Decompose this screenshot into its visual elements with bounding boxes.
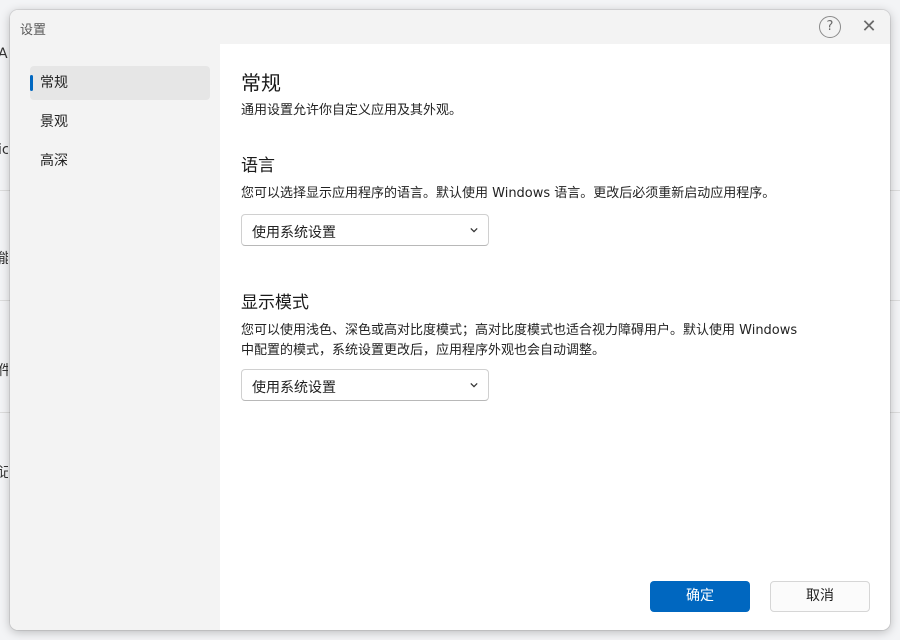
dialog-title: 设置: [20, 23, 47, 38]
cancel-button[interactable]: 取消: [770, 581, 870, 612]
sidebar-item-advanced[interactable]: 高深: [30, 144, 210, 178]
sidebar-item-general[interactable]: 常规: [30, 66, 210, 100]
chevron-down-icon: [470, 382, 478, 388]
sidebar-item-landscape[interactable]: 景观: [30, 105, 210, 139]
language-select[interactable]: 使用系统设置: [241, 214, 489, 246]
close-icon[interactable]: ✕: [858, 16, 880, 38]
background-text-fragment: 记: [0, 465, 8, 481]
background-text-fragment: 能: [0, 251, 8, 267]
sidebar-item-label: 常规: [40, 75, 68, 91]
display-mode-select-value: 使用系统设置: [252, 380, 336, 396]
dialog-titlebar[interactable]: 设置 ? ✕: [10, 10, 890, 44]
language-description: 您可以选择显示应用程序的语言。默认使用 Windows 语言。更改后必须重新启动…: [241, 186, 776, 201]
chevron-down-icon: [470, 227, 478, 233]
active-indicator: [30, 75, 33, 91]
display-mode-description-line2: 中配置的模式，系统设置更改后，应用程序外观也会自动调整。: [241, 343, 606, 358]
background-text-fragment: 件: [0, 363, 8, 379]
display-mode-select[interactable]: 使用系统设置: [241, 369, 489, 401]
display-mode-heading: 显示模式: [241, 293, 309, 313]
page-title: 常规: [241, 71, 281, 95]
sidebar-nav: 常规 景观 高深: [10, 44, 220, 630]
language-heading: 语言: [241, 156, 275, 176]
page-subtitle: 通用设置允许你自定义应用及其外观。: [241, 103, 463, 118]
background-text-fragment: A: [0, 46, 8, 62]
settings-dialog: 设置 ? ✕ 常规 景观 高深 常规 通用设置允许你自定义应用及其外观。 语言 …: [10, 10, 890, 630]
display-mode-description-line1: 您可以使用浅色、深色或高对比度模式；高对比度模式也适合视力障碍用户。默认使用 W…: [241, 323, 798, 338]
background-text-fragment: ic: [0, 142, 8, 158]
help-icon[interactable]: ?: [819, 16, 841, 38]
language-select-value: 使用系统设置: [252, 225, 336, 241]
settings-content: 常规 通用设置允许你自定义应用及其外观。 语言 您可以选择显示应用程序的语言。默…: [220, 44, 890, 630]
sidebar-item-label: 景观: [40, 114, 68, 130]
sidebar-item-label: 高深: [40, 153, 68, 169]
ok-button[interactable]: 确定: [650, 581, 750, 612]
